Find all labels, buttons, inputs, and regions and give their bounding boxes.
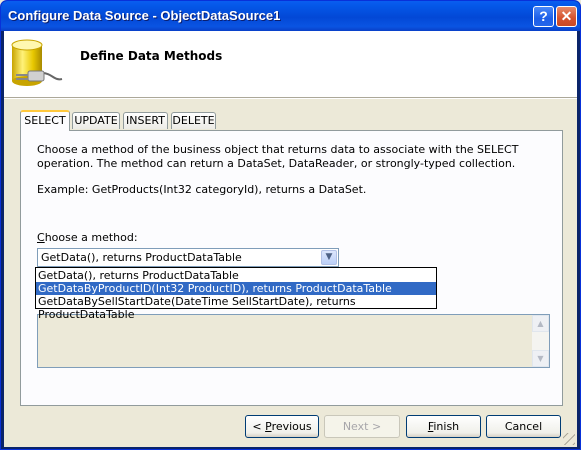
previous-button[interactable]: < Previous bbox=[245, 415, 319, 438]
close-button[interactable]: ✕ bbox=[556, 6, 577, 27]
finish-button[interactable]: Finish bbox=[406, 415, 481, 438]
cancel-button[interactable]: Cancel bbox=[486, 415, 561, 438]
scroll-up-icon[interactable]: ▲ bbox=[532, 315, 549, 332]
previous-prefix: < bbox=[252, 420, 266, 433]
chevron-down-icon[interactable]: ▼ bbox=[321, 250, 337, 265]
dialog-client: Define Data Methods SELECT UPDATE INSERT… bbox=[4, 31, 577, 447]
database-plug-icon bbox=[11, 39, 63, 86]
window-title: Configure Data Source - ObjectDataSource… bbox=[8, 8, 281, 23]
scroll-down-icon[interactable]: ▼ bbox=[532, 350, 549, 367]
tab-insert[interactable]: INSERT bbox=[123, 112, 168, 129]
choose-label-rest: hoose a method: bbox=[44, 231, 138, 244]
previous-rest: revious bbox=[271, 420, 312, 433]
resize-grip[interactable] bbox=[563, 433, 575, 445]
header-divider bbox=[4, 97, 577, 99]
next-button[interactable]: Next > bbox=[324, 415, 400, 438]
method-signature-box: ▲ ▼ bbox=[37, 314, 550, 368]
method-dropdown-list[interactable]: GetData(), returns ProductDataTable GetD… bbox=[35, 267, 437, 321]
dropdown-option-getdatabysellstartdate[interactable]: GetDataBySellStartDate(DateTime SellStar… bbox=[36, 295, 436, 321]
help-button[interactable]: ? bbox=[533, 6, 554, 27]
page-title: Define Data Methods bbox=[80, 49, 223, 63]
combo-value: GetData(), returns ProductDataTable bbox=[41, 251, 242, 264]
dropdown-option-getdatabyproductid[interactable]: GetDataByProductID(Int32 ProductID), ret… bbox=[36, 282, 436, 295]
dropdown-option-getdata[interactable]: GetData(), returns ProductDataTable bbox=[36, 269, 436, 282]
wizard-header: Define Data Methods bbox=[4, 31, 577, 97]
choose-method-label: Choose a method: bbox=[37, 231, 138, 244]
vertical-scrollbar[interactable]: ▲ ▼ bbox=[532, 315, 549, 367]
finish-rest: inish bbox=[433, 420, 460, 433]
tab-delete[interactable]: DELETE bbox=[171, 112, 216, 129]
method-combobox[interactable]: GetData(), returns ProductDataTable ▼ bbox=[37, 248, 339, 267]
method-description: Choose a method of the business object t… bbox=[37, 143, 519, 170]
example-text: Example: GetProducts(Int32 categoryId), … bbox=[37, 183, 367, 196]
tab-select[interactable]: SELECT bbox=[20, 110, 70, 131]
choose-label-accel: C bbox=[37, 231, 45, 244]
title-bar[interactable]: Configure Data Source - ObjectDataSource… bbox=[1, 1, 580, 31]
dialog-window: Configure Data Source - ObjectDataSource… bbox=[0, 0, 581, 450]
tab-update[interactable]: UPDATE bbox=[72, 112, 120, 129]
